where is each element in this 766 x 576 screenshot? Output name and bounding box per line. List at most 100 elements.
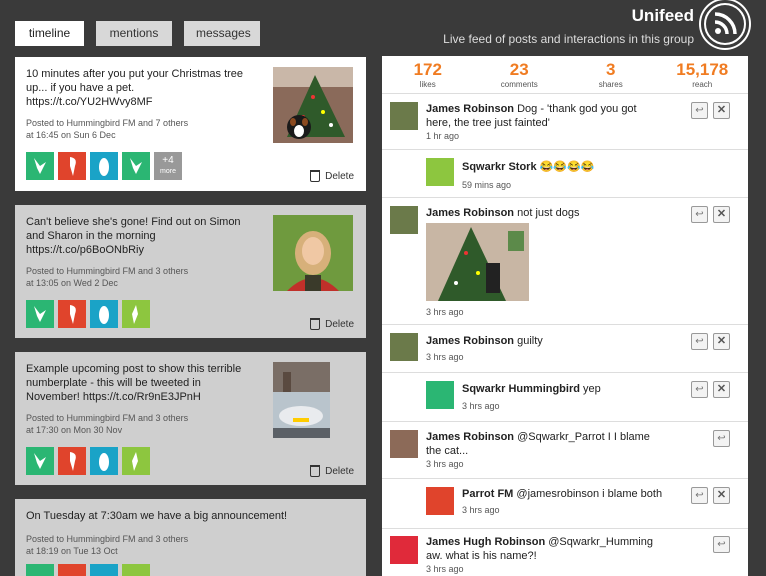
post-text: 10 minutes after you put your Christmas … [26, 68, 244, 108]
comment-time: 3 hrs ago [426, 307, 464, 317]
delete-button[interactable]: Delete [310, 318, 354, 330]
post-meta: Posted to Hummingbird FM and 3 others at… [26, 533, 246, 557]
penguin-icon [90, 300, 118, 328]
close-icon[interactable]: ✕ [713, 206, 730, 223]
close-icon[interactable]: ✕ [713, 333, 730, 350]
tab-timeline[interactable]: timeline [15, 21, 84, 46]
comment-time: 3 hrs ago [426, 352, 464, 362]
trash-icon [310, 318, 321, 330]
avatar [390, 536, 418, 564]
comment-text: @jamesrobinson i blame both [516, 488, 663, 500]
post-targets: Posted to Hummingbird FM and 7 others [26, 118, 189, 128]
rss-icon[interactable] [701, 0, 749, 48]
reply-icon[interactable]: ↩ [691, 102, 708, 119]
tab-mentions[interactable]: mentions [96, 21, 172, 46]
post-time: at 18:19 on Tue 13 Oct [26, 546, 118, 556]
author-name[interactable]: Parrot FM [462, 488, 513, 500]
reply-icon[interactable]: ↩ [691, 206, 708, 223]
comment-text: 😂😂😂😂 [539, 161, 595, 173]
close-icon[interactable]: ✕ [713, 102, 730, 119]
post-accounts: +4 more [26, 152, 186, 180]
post-image-woman-portrait [273, 215, 353, 291]
comment-time: 59 mins ago [462, 180, 512, 190]
trash-icon [310, 170, 321, 182]
close-icon[interactable]: ✕ [713, 487, 730, 504]
stork-icon [122, 300, 150, 328]
avatar [426, 487, 454, 515]
comment-text: guilty [517, 335, 543, 347]
brand-header: Unifeed Live feed of posts and interacti… [443, 6, 694, 46]
comment-time: 3 hrs ago [462, 401, 500, 411]
post-card[interactable]: On Tuesday at 7:30am we have a big annou… [15, 499, 366, 576]
app-title: Unifeed [631, 6, 694, 25]
post-image-christmas-dog [273, 67, 353, 143]
comment-time: 3 hrs ago [426, 564, 464, 574]
stork-icon [122, 447, 150, 475]
activity-feed: 172 likes 23 comments 3 shares 15,178 reach … [382, 56, 748, 576]
author-name[interactable]: Sqwarkr Hummingbird [462, 383, 580, 395]
hummingbird-icon [122, 152, 150, 180]
post-meta: Posted to Hummingbird FM and 3 others at… [26, 265, 246, 289]
author-name[interactable]: Sqwarkr Stork [462, 161, 537, 173]
post-accounts [26, 447, 154, 475]
reply-icon[interactable]: ↩ [691, 381, 708, 398]
parrot-icon [58, 447, 86, 475]
hummingbird-icon [26, 564, 54, 576]
comment-text: yep [583, 383, 601, 395]
avatar [390, 333, 418, 361]
avatar [390, 102, 418, 130]
comment-time: 3 hrs ago [462, 505, 500, 515]
feed-item: Sqwarkr Stork 😂😂😂😂 59 mins ago [382, 150, 748, 198]
post-image-car-numberplate [273, 362, 330, 438]
stats-bar: 172 likes 23 comments 3 shares 15,178 reach [382, 56, 748, 94]
author-name[interactable]: James Robinson [426, 103, 514, 115]
hummingbird-icon [26, 300, 54, 328]
post-card[interactable]: Can't believe she's gone! Find out on Si… [15, 205, 366, 338]
tab-bar: timeline mentions messages [15, 21, 272, 46]
avatar [390, 206, 418, 234]
feed-item: James Robinson Dog - 'thank god you got … [382, 94, 748, 150]
author-name[interactable]: James Robinson [426, 335, 514, 347]
stat-comments: 23 comments [500, 60, 538, 89]
post-targets: Posted to Hummingbird FM and 3 others [26, 266, 189, 276]
author-name[interactable]: James Hugh Robinson [426, 536, 545, 548]
reply-icon[interactable]: ↩ [713, 536, 730, 553]
post-time: at 17:30 on Mon 30 Nov [26, 425, 123, 435]
post-text: Can't believe she's gone! Find out on Si… [26, 216, 241, 256]
feed-item: James Robinson guilty 3 hrs ago ↩ ✕ [382, 325, 748, 373]
close-icon[interactable]: ✕ [713, 381, 730, 398]
feed-item: Sqwarkr Hummingbird yep 3 hrs ago ↩ ✕ [382, 373, 748, 422]
hummingbird-icon [26, 447, 54, 475]
delete-button[interactable]: Delete [310, 465, 354, 477]
post-card[interactable]: 10 minutes after you put your Christmas … [15, 57, 366, 191]
delete-button[interactable]: Delete [310, 170, 354, 182]
post-time: at 16:45 on Sun 6 Dec [26, 130, 116, 140]
post-accounts [26, 564, 154, 576]
app-subtitle: Live feed of posts and interactions in t… [443, 32, 694, 46]
feed-item: James Robinson not just dogs 3 hrs ago ↩… [382, 198, 748, 325]
tab-messages[interactable]: messages [184, 21, 260, 46]
hummingbird-icon [26, 152, 54, 180]
comment-image-tree [426, 223, 529, 301]
comment-text: not just dogs [517, 207, 580, 219]
reply-icon[interactable]: ↩ [713, 430, 730, 447]
reply-icon[interactable]: ↩ [691, 487, 708, 504]
post-meta: Posted to Hummingbird FM and 3 others at… [26, 412, 246, 436]
author-name[interactable]: James Robinson [426, 207, 514, 219]
post-card[interactable]: Example upcoming post to show this terri… [15, 352, 366, 485]
reply-icon[interactable]: ↩ [691, 333, 708, 350]
post-meta: Posted to Hummingbird FM and 7 others at… [26, 117, 246, 141]
stat-shares: 3 shares [598, 60, 623, 89]
avatar [426, 381, 454, 409]
post-targets: Posted to Hummingbird FM and 3 others [26, 413, 189, 423]
parrot-icon [58, 300, 86, 328]
penguin-icon [90, 564, 118, 576]
post-targets: Posted to Hummingbird FM and 3 others [26, 534, 189, 544]
parrot-icon [58, 564, 86, 576]
avatar [426, 158, 454, 186]
author-name[interactable]: James Robinson [426, 431, 514, 443]
feed-item: James Hugh Robinson @Sqwarkr_Humming aw.… [382, 529, 748, 576]
more-accounts-badge[interactable]: +4 more [154, 152, 182, 180]
stat-reach: 15,178 reach [676, 60, 729, 89]
post-text: Example upcoming post to show this terri… [26, 363, 242, 403]
